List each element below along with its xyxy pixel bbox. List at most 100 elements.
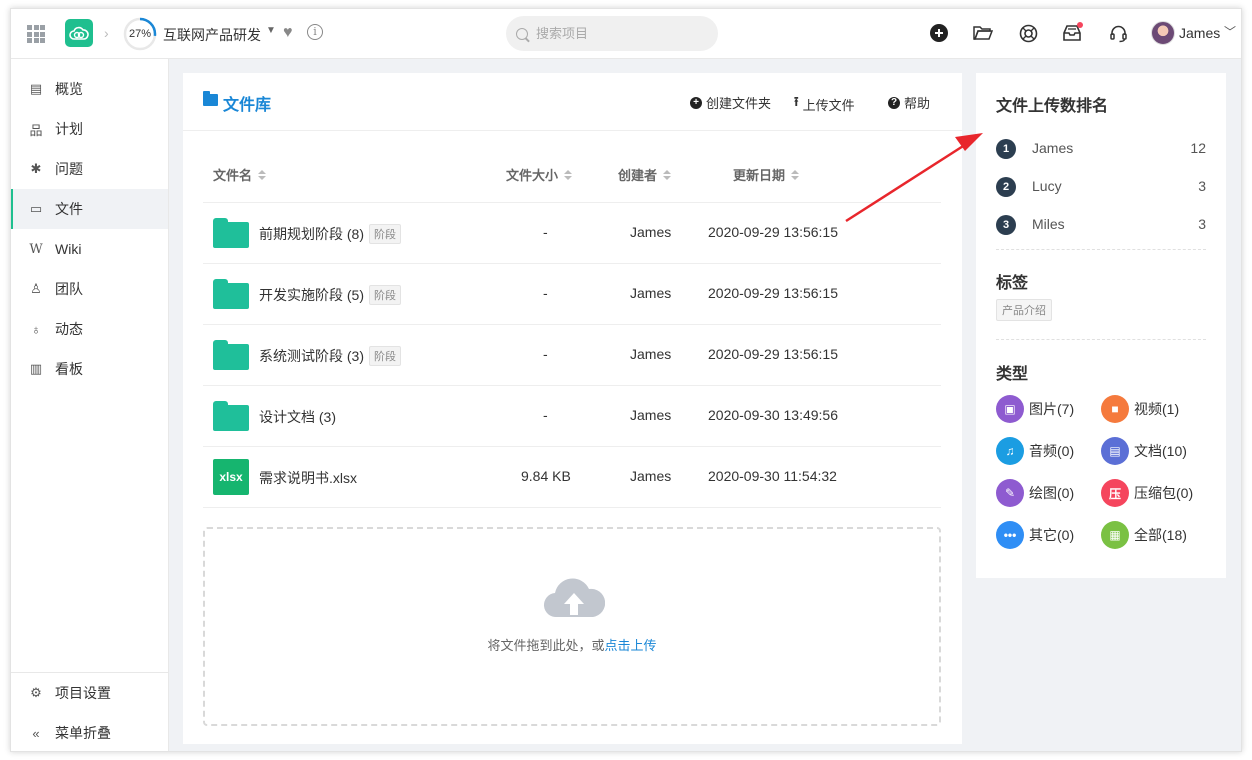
- cloud-logo-icon: [69, 26, 89, 40]
- type-video[interactable]: ■ 视频(1): [1101, 395, 1179, 423]
- column-label: 文件大小: [506, 168, 559, 183]
- file-name[interactable]: 设计文档 (3): [259, 407, 336, 427]
- bug-icon: ✱: [30, 161, 42, 176]
- sidebar-item-wiki[interactable]: W Wiki: [11, 229, 168, 269]
- table-header: 文件名 文件大小 创建者 更新日期: [203, 145, 941, 203]
- divider: [996, 339, 1206, 340]
- more-type-icon: •••: [996, 521, 1024, 549]
- file-name[interactable]: 前期规划阶段 (8): [259, 224, 364, 244]
- help-lifebuoy-icon[interactable]: [1017, 22, 1039, 44]
- page-title: 文件库: [223, 97, 272, 114]
- apps-grid-icon[interactable]: [27, 25, 45, 43]
- panel-header: 文件库 + 创建文件夹 ⭱ 上传文件 ? 帮助: [183, 73, 962, 131]
- type-other[interactable]: ••• 其它(0): [996, 521, 1074, 549]
- file-name-cell[interactable]: 开发实施阶段 (5) 阶段: [259, 285, 401, 305]
- type-archive[interactable]: 压 压缩包(0): [1101, 479, 1193, 507]
- column-updated[interactable]: 更新日期: [733, 165, 800, 184]
- sidebar-item-overview[interactable]: ▤ 概览: [11, 69, 168, 109]
- sidebar-item-issues[interactable]: ✱ 问题: [11, 149, 168, 189]
- column-label: 文件名: [213, 168, 253, 183]
- folder-icon: [213, 279, 249, 309]
- user-menu-chevron-icon[interactable]: ﹀: [1224, 23, 1236, 40]
- table-row[interactable]: 开发实施阶段 (5) 阶段 - James 2020-09-29 13:56:1…: [203, 264, 941, 325]
- user-avatar[interactable]: [1151, 21, 1175, 45]
- column-filesize[interactable]: 文件大小: [506, 165, 573, 184]
- sidebar-footer: ⚙ 项目设置 « 菜单折叠: [11, 672, 169, 751]
- file-date: 2020-09-29 13:56:15: [708, 346, 838, 362]
- dropzone-text: 将文件拖到此处，或点击上传: [205, 635, 939, 654]
- upload-file-button[interactable]: ⭱ 上传文件: [794, 93, 855, 115]
- collapse-menu-button[interactable]: « 菜单折叠: [11, 713, 169, 751]
- table-row[interactable]: xlsx 需求说明书.xlsx 9.84 KB James 2020-09-30…: [203, 447, 941, 508]
- upload-dropzone[interactable]: 将文件拖到此处，或点击上传: [203, 527, 941, 726]
- file-name[interactable]: 需求说明书.xlsx: [259, 468, 357, 488]
- click-upload-link[interactable]: 点击上传: [605, 638, 657, 653]
- add-circle-icon[interactable]: [928, 22, 950, 44]
- file-size: -: [543, 285, 548, 301]
- breadcrumb-chevron-icon: ›: [104, 25, 109, 41]
- info-icon[interactable]: i: [307, 24, 323, 40]
- type-documents[interactable]: ▤ 文档(10): [1101, 437, 1187, 465]
- favorite-heart-icon[interactable]: ♥: [283, 24, 293, 42]
- file-creator: James: [630, 285, 672, 301]
- app-logo[interactable]: [65, 19, 93, 47]
- sidebar-item-label: 概览: [55, 81, 83, 97]
- project-title[interactable]: 互联网产品研发: [163, 25, 261, 45]
- project-settings-label: 项目设置: [55, 685, 111, 701]
- type-audio[interactable]: ♫ 音频(0): [996, 437, 1074, 465]
- help-label: 帮助: [904, 96, 931, 111]
- column-label: 创建者: [618, 168, 658, 183]
- stats-panel: 文件上传数排名 1 James 12 2 Lucy 3 3 Miles 3 标签…: [976, 73, 1226, 578]
- types-title: 类型: [996, 366, 1029, 383]
- file-name-cell[interactable]: 前期规划阶段 (8) 阶段: [259, 224, 401, 244]
- user-name[interactable]: James: [1179, 25, 1220, 41]
- sidebar-item-team[interactable]: ♙ 团队: [11, 269, 168, 309]
- file-creator: James: [630, 407, 672, 423]
- sidebar-item-label: Wiki: [55, 241, 82, 257]
- image-type-icon: ▣: [996, 395, 1024, 423]
- search-input[interactable]: [536, 26, 686, 41]
- wiki-icon: W: [29, 241, 43, 257]
- file-name-cell[interactable]: 需求说明书.xlsx: [259, 468, 357, 488]
- rank-number: 3: [996, 215, 1016, 235]
- table-row[interactable]: 设计文档 (3) - James 2020-09-30 13:49:56: [203, 386, 941, 447]
- dropzone-hint: 将文件拖到此处，或: [487, 638, 605, 653]
- file-size: -: [543, 346, 548, 362]
- audio-type-icon: ♫: [996, 437, 1024, 465]
- question-circle-icon: ?: [888, 96, 900, 109]
- table-row[interactable]: 前期规划阶段 (8) 阶段 - James 2020-09-29 13:56:1…: [203, 203, 941, 264]
- open-folder-icon[interactable]: [972, 22, 994, 44]
- project-dropdown-icon[interactable]: ▼: [266, 25, 276, 36]
- sidebar-item-board[interactable]: ▥ 看板: [11, 349, 168, 389]
- file-name-cell[interactable]: 设计文档 (3): [259, 407, 336, 427]
- sidebar-item-files[interactable]: ▭ 文件: [11, 189, 168, 229]
- column-filename[interactable]: 文件名: [213, 165, 267, 184]
- sidebar-item-label: 文件: [55, 201, 83, 217]
- sidebar-item-plan[interactable]: 品 计划: [11, 109, 168, 149]
- file-name[interactable]: 系统测试阶段 (3): [259, 346, 364, 366]
- project-settings-button[interactable]: ⚙ 项目设置: [11, 673, 169, 713]
- type-label: 视频(1): [1134, 401, 1180, 417]
- inbox-notification-icon[interactable]: [1061, 22, 1083, 44]
- xlsx-file-icon: xlsx: [213, 459, 249, 495]
- sidebar: ▤ 概览 品 计划 ✱ 问题 ▭ 文件 W Wiki ♙ 团队 ♁ 动态 ▥ 看…: [11, 59, 169, 751]
- headset-support-icon[interactable]: [1107, 22, 1129, 44]
- stage-tag: 阶段: [369, 346, 401, 366]
- folder-icon: [213, 401, 249, 431]
- type-drawing[interactable]: ✎ 绘图(0): [996, 479, 1074, 507]
- tag-chip[interactable]: 产品介绍: [996, 299, 1052, 321]
- sidebar-item-activity[interactable]: ♁ 动态: [11, 309, 168, 349]
- type-all[interactable]: ▦ 全部(18): [1101, 521, 1187, 549]
- file-name[interactable]: 开发实施阶段 (5): [259, 285, 364, 305]
- file-table: 文件名 文件大小 创建者 更新日期 前期规划阶段 (8) 阶段 - James …: [203, 145, 941, 508]
- file-size: -: [543, 407, 548, 423]
- type-images[interactable]: ▣ 图片(7): [996, 395, 1074, 423]
- create-folder-button[interactable]: + 创建文件夹: [690, 93, 771, 112]
- file-size: -: [543, 224, 548, 240]
- file-name-cell[interactable]: 系统测试阶段 (3) 阶段: [259, 346, 401, 366]
- search-box[interactable]: [506, 16, 718, 51]
- column-creator[interactable]: 创建者: [618, 165, 672, 184]
- help-button[interactable]: ? 帮助: [888, 93, 930, 112]
- table-row[interactable]: 系统测试阶段 (3) 阶段 - James 2020-09-29 13:56:1…: [203, 325, 941, 386]
- file-date: 2020-09-30 11:54:32: [708, 468, 837, 484]
